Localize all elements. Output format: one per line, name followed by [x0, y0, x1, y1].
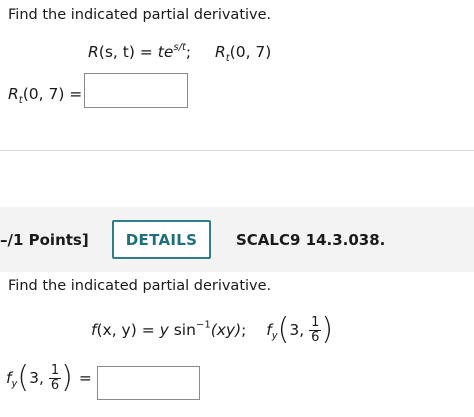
- target-args: (0, 7): [229, 43, 272, 61]
- target-first-arg: 3,: [289, 321, 310, 339]
- details-button[interactable]: DETAILS: [112, 220, 211, 259]
- left-paren: (: [17, 360, 30, 395]
- function-exponent: s/t: [173, 42, 186, 53]
- problem2-answer-label: fy(3, 1 6) =: [6, 363, 92, 393]
- problem2-instruction: Find the indicated partial derivative.: [8, 278, 272, 294]
- equals-sign: =: [78, 369, 92, 387]
- fraction-denominator: 6: [311, 329, 320, 345]
- semicolon: ;: [185, 43, 192, 61]
- points-label: –/1 Points]: [0, 231, 89, 249]
- problem-code: SCALC9 14.3.038.: [236, 231, 386, 249]
- semicolon: ;: [241, 321, 247, 339]
- right-paren: ): [61, 360, 73, 395]
- function-inverse-exponent: −1: [195, 319, 211, 331]
- fraction-numerator: 1: [48, 362, 62, 379]
- function-sin: sin: [168, 321, 196, 339]
- problem1-answer-input[interactable]: [84, 73, 188, 108]
- fraction-denominator: 6: [50, 377, 60, 393]
- answer-label-first-arg: 3,: [29, 369, 49, 387]
- function-args: (s, t) =: [98, 43, 158, 61]
- function-arg: (xy): [210, 321, 242, 339]
- answer-label-args: (0, 7) =: [22, 85, 83, 103]
- problem1-answer-label: Rt(0, 7) =: [8, 85, 82, 106]
- fraction-numerator: 1: [309, 314, 322, 331]
- answer-label-fraction: 16: [48, 362, 62, 393]
- function-y: y: [159, 321, 169, 339]
- divider: [0, 150, 474, 151]
- right-paren: ): [321, 312, 334, 347]
- problem2-answer-input[interactable]: [97, 366, 200, 400]
- function-e: e: [163, 43, 174, 61]
- problem1-instruction: Find the indicated partial derivative.: [8, 7, 272, 23]
- left-paren: (: [277, 312, 290, 347]
- problem1-equation: R(s, t) = tes/t; Rt(0, 7): [88, 42, 271, 64]
- target-name: R: [214, 43, 226, 61]
- target-fraction: 16: [309, 314, 322, 345]
- function-args: (x, y) =: [96, 321, 160, 339]
- problem2-equation: f(x, y) = y sin−1(xy); fy(3, 1 6): [91, 315, 333, 345]
- answer-label-name: R: [8, 85, 19, 103]
- function-name: R: [88, 43, 99, 61]
